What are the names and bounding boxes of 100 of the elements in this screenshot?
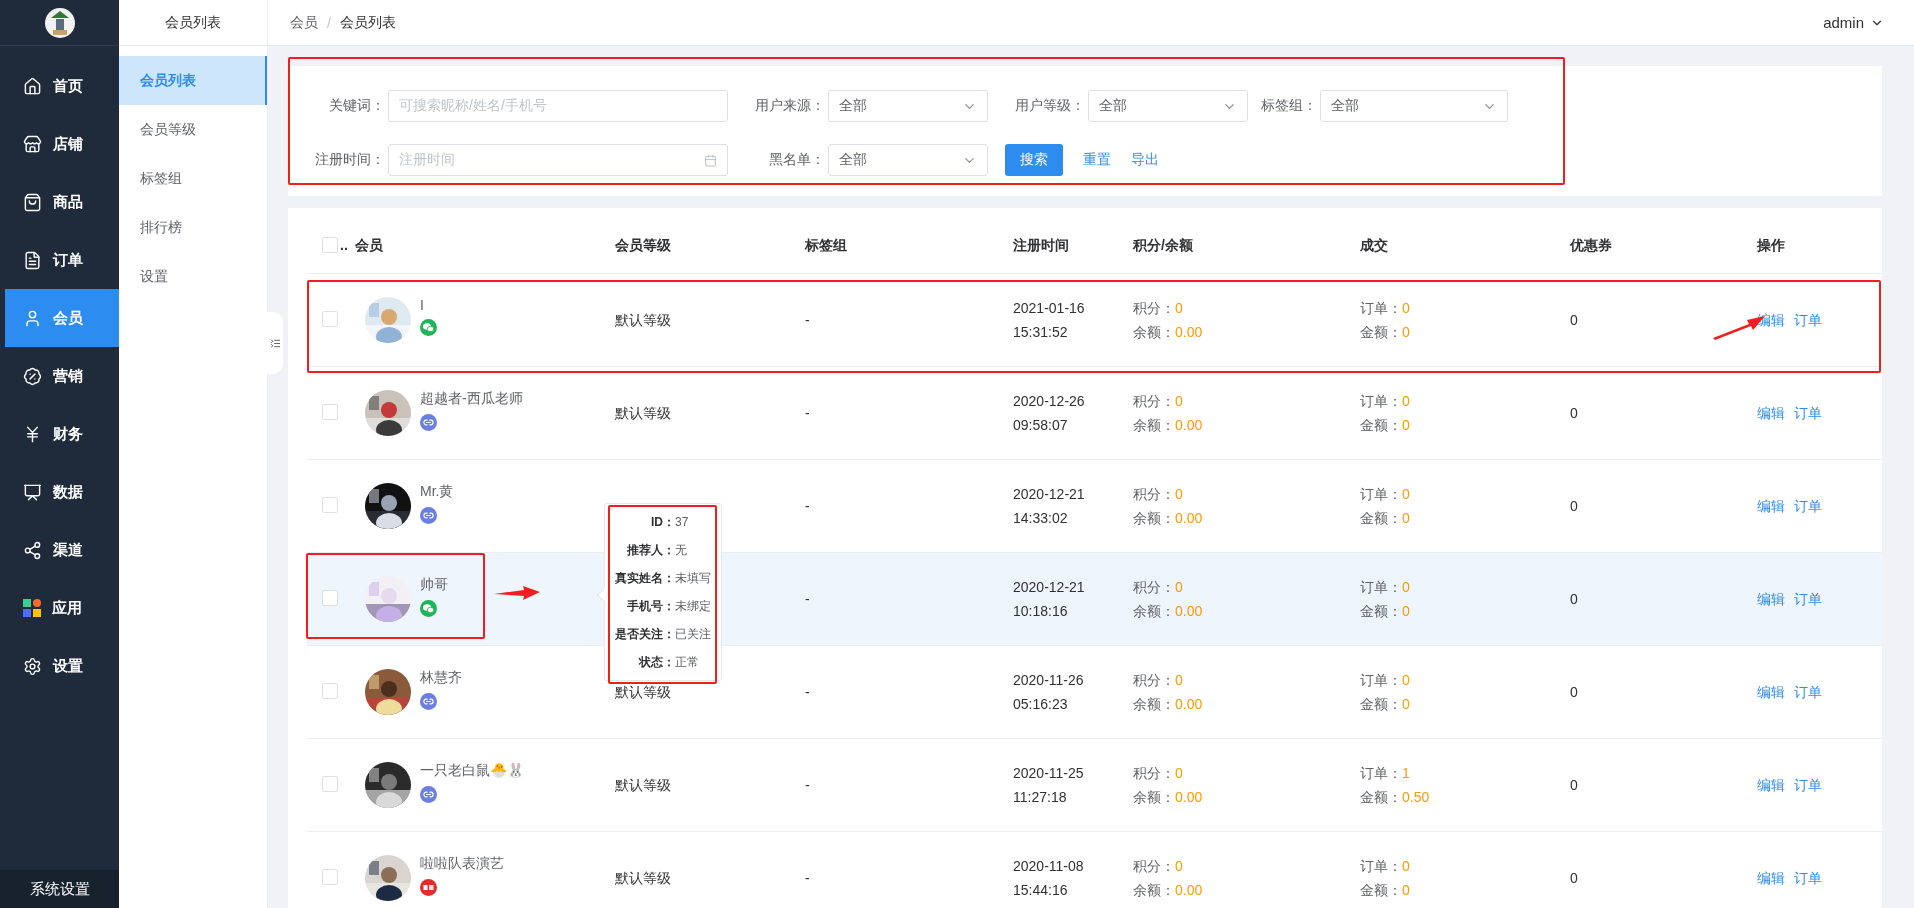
action-link[interactable]: 订单 [1794, 775, 1822, 795]
column-header: 标签组 [805, 235, 847, 255]
collapse-handle[interactable] [267, 312, 283, 374]
member-name: 帅哥 [420, 576, 448, 594]
table-cell-text: 订单：0 [1360, 485, 1410, 504]
table-cell-text: 金额：0 [1360, 509, 1410, 528]
action-link[interactable]: 编辑 [1757, 682, 1785, 702]
table-cell-text: 余额：0.00 [1133, 695, 1203, 714]
table-cell-text: - [805, 776, 810, 795]
tooltip-label: ID： [650, 514, 675, 530]
filter-label: 黑名单： [768, 151, 826, 169]
row-checkbox[interactable] [322, 589, 338, 606]
settings-icon [23, 656, 42, 676]
table-cell-text: 订单：0 [1360, 578, 1410, 597]
select-field[interactable]: 全部 [1088, 90, 1248, 122]
table-cell-text: 积分：0 [1133, 671, 1183, 690]
column-header: 优惠券 [1570, 235, 1612, 255]
search-button[interactable]: 搜索 [1005, 144, 1063, 176]
table-cell-text: 订单：1 [1360, 764, 1410, 783]
table-cell-text: 金额：0 [1360, 602, 1410, 621]
table-cell-text: 默认等级 [615, 869, 671, 888]
filter-label: 标签组： [1260, 97, 1318, 115]
table-cell-text: 10:18:16 [1013, 602, 1068, 621]
home-icon [23, 76, 42, 96]
sidebar-item[interactable]: 店铺 [5, 115, 119, 173]
logo-icon [44, 7, 75, 38]
row-checkbox[interactable] [322, 496, 338, 513]
select-all-checkbox[interactable] [322, 236, 338, 253]
tooltip-value: 正常 [675, 654, 700, 670]
action-link[interactable]: 订单 [1794, 868, 1822, 888]
sidebar-item[interactable]: 首页 [5, 57, 119, 115]
table-cell-text: 订单：0 [1360, 671, 1410, 690]
sidebar-item[interactable]: 会员 [5, 289, 119, 347]
table-cell-text: 金额：0.50 [1360, 788, 1430, 807]
select-field[interactable]: 全部 [1320, 90, 1508, 122]
table-cell-text: 订单：0 [1360, 392, 1410, 411]
table-cell-text: 0 [1570, 404, 1578, 423]
row-checkbox[interactable] [322, 682, 338, 699]
member-name: 林慧齐 [420, 669, 462, 687]
table-cell-text: 余额：0.00 [1133, 509, 1203, 528]
table-cell-text: 金额：0 [1360, 881, 1410, 900]
table-cell-text: - [805, 497, 810, 516]
sidebar-item[interactable]: 数据 [5, 463, 119, 521]
sidebar-item[interactable]: 营销 [5, 347, 119, 405]
sidebar-item[interactable]: 商品 [5, 173, 119, 231]
link-button[interactable]: 重置 [1083, 151, 1111, 169]
table-cell-text: 2020-11-26 [1013, 671, 1084, 690]
row-checkbox[interactable] [322, 310, 338, 327]
link-button[interactable]: 导出 [1131, 151, 1159, 169]
action-link[interactable]: 编辑 [1757, 775, 1785, 795]
filter-label: 注册时间： [314, 151, 386, 169]
table-cell-text: 05:16:23 [1013, 695, 1068, 714]
table-cell-text: - [805, 869, 810, 888]
action-link[interactable]: 编辑 [1757, 496, 1785, 516]
table-cell-text: 金额：0 [1360, 416, 1410, 435]
breadcrumb-item[interactable]: 会员 [290, 13, 318, 32]
table-cell-text: 11:27:18 [1013, 788, 1067, 807]
sidebar-item[interactable]: 订单 [5, 231, 119, 289]
table-cell-text: 默认等级 [615, 311, 671, 330]
member-name: 啦啦队表演艺 [420, 855, 504, 873]
select-field[interactable]: 全部 [828, 144, 988, 176]
link-icon [420, 507, 437, 524]
table-cell-text: - [805, 590, 810, 609]
member-name: Mr.黄 [420, 483, 454, 501]
sidebar-item[interactable]: 应用 [5, 579, 119, 637]
tooltip-label: 推荐人： [626, 542, 675, 558]
table-cell-text: 2020-12-21 [1013, 578, 1085, 597]
app-badge-icon [420, 879, 437, 896]
row-checkbox[interactable] [322, 868, 338, 885]
sidebar-item[interactable]: 财务 [5, 405, 119, 463]
link-icon [420, 693, 437, 710]
sidebar-item[interactable]: 渠道 [5, 521, 119, 579]
calendar-icon [704, 153, 717, 167]
system-settings-item[interactable]: 系统设置 [0, 870, 119, 908]
user-icon [23, 308, 42, 328]
column-header: .. [340, 236, 348, 253]
link-icon [420, 414, 437, 431]
column-header: 会员 [355, 235, 383, 255]
action-link[interactable]: 编辑 [1757, 868, 1785, 888]
table-cell-text: 默认等级 [615, 683, 671, 702]
table-cell-text: 积分：0 [1133, 392, 1183, 411]
table-cell-text: 金额：0 [1360, 323, 1410, 342]
action-link[interactable]: 订单 [1794, 682, 1822, 702]
action-link[interactable]: 订单 [1794, 310, 1822, 330]
bag-icon [23, 192, 42, 212]
table-cell-text: 0 [1570, 497, 1578, 516]
table-cell-text: 15:44:16 [1013, 881, 1068, 900]
sidebar-item[interactable]: 设置 [5, 637, 119, 695]
row-checkbox[interactable] [322, 775, 338, 792]
action-link[interactable]: 订单 [1794, 496, 1822, 516]
row-checkbox[interactable] [322, 403, 338, 420]
action-link[interactable]: 订单 [1794, 403, 1822, 423]
action-link[interactable]: 编辑 [1757, 403, 1785, 423]
table-cell-text: 09:58:07 [1013, 416, 1068, 435]
user-menu[interactable]: admin [1823, 14, 1884, 31]
table-cell-text: 15:31:52 [1013, 323, 1068, 342]
table-cell-text: 14:33:02 [1013, 509, 1068, 528]
select-field[interactable]: 全部 [828, 90, 988, 122]
table-cell-text: 订单：0 [1360, 299, 1410, 318]
table-cell-text: 积分：0 [1133, 299, 1183, 318]
